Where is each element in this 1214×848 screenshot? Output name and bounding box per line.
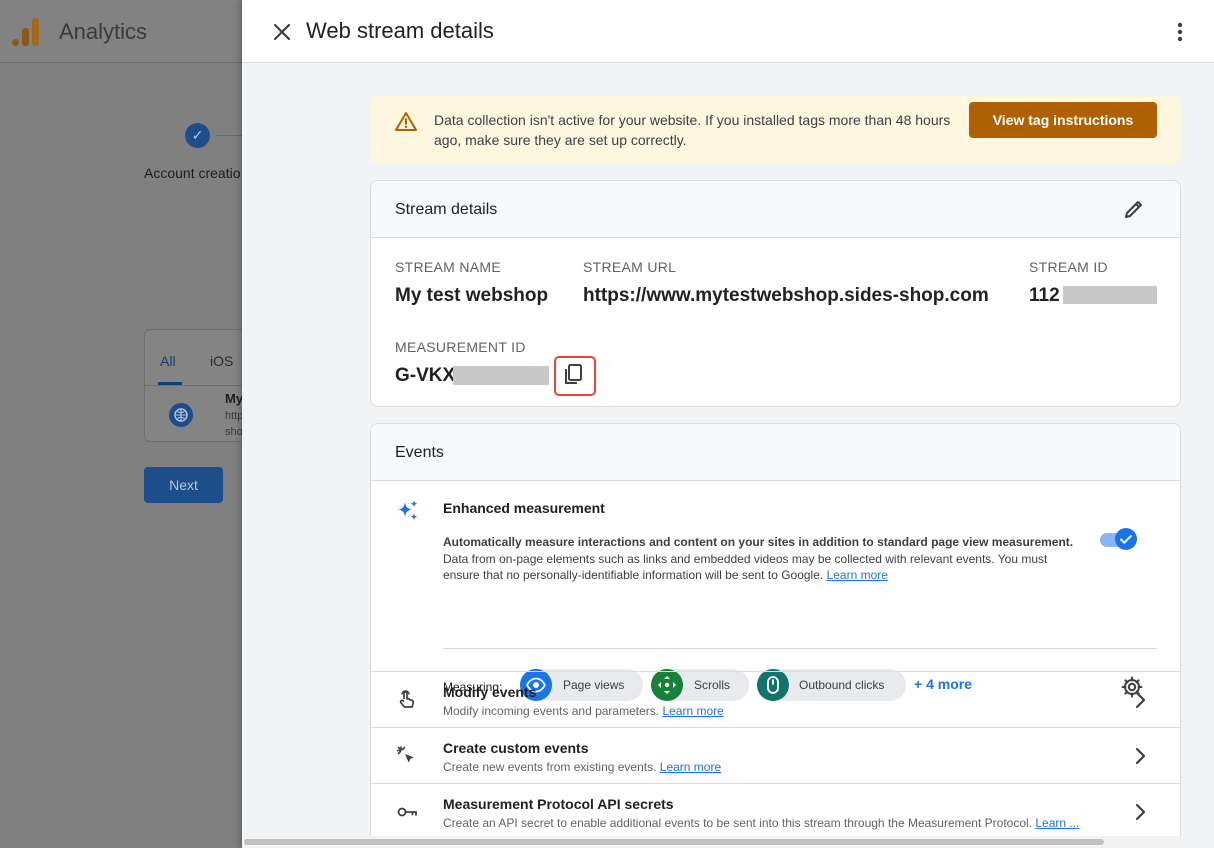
background-row-url-cont: sho bbox=[225, 426, 243, 438]
globe-icon bbox=[169, 403, 193, 427]
measurement-protocol-learn-more[interactable]: Learn ... bbox=[1035, 816, 1079, 830]
scrollbar-thumb[interactable] bbox=[244, 839, 1104, 845]
stream-name-label: STREAM NAME bbox=[395, 259, 501, 275]
stream-url-label: STREAM URL bbox=[583, 259, 677, 275]
tab-ios[interactable]: iOS bbox=[210, 353, 233, 369]
step-label: Account creatio bbox=[144, 165, 241, 181]
events-header: Events bbox=[371, 424, 1180, 481]
chevron-right-icon bbox=[1128, 744, 1152, 768]
chevron-right-icon bbox=[1128, 800, 1152, 824]
enhanced-measurement-summary: Automatically measure interactions and c… bbox=[443, 535, 1074, 549]
web-stream-details-panel: Web stream details Data collection isn't… bbox=[242, 0, 1214, 848]
stream-url-value: https://www.mytestwebshop.sides-shop.com bbox=[583, 285, 989, 306]
horizontal-scrollbar[interactable] bbox=[242, 836, 1214, 848]
warning-icon bbox=[394, 110, 418, 134]
create-custom-events-title: Create custom events bbox=[443, 740, 589, 756]
stream-details-title: Stream details bbox=[395, 201, 498, 218]
enhanced-measurement-learn-more[interactable]: Learn more bbox=[827, 568, 888, 582]
events-title: Events bbox=[395, 444, 444, 461]
panel-header: Web stream details bbox=[242, 0, 1214, 63]
enhanced-measurement-toggle[interactable] bbox=[1100, 528, 1137, 550]
measurement-protocol-desc: Create an API secret to enable additiona… bbox=[443, 816, 1033, 830]
modify-events-subtitle: Modify incoming events and parameters. L… bbox=[443, 704, 724, 718]
create-custom-events-learn-more[interactable]: Learn more bbox=[660, 760, 721, 774]
sparkle-icon bbox=[395, 498, 421, 524]
stream-id-value: 112 bbox=[1029, 285, 1060, 306]
redacted-measurement-id bbox=[453, 366, 549, 385]
enhanced-measurement-title: Enhanced measurement bbox=[443, 500, 605, 516]
stream-details-card: Stream details STREAM NAME My test websh… bbox=[370, 180, 1181, 407]
redacted-stream-id bbox=[1063, 286, 1157, 304]
more-vert-icon[interactable] bbox=[1166, 18, 1194, 46]
stream-name-value: My test webshop bbox=[395, 285, 549, 306]
step-check-icon: ✓ bbox=[185, 123, 210, 148]
modify-events-learn-more[interactable]: Learn more bbox=[662, 704, 723, 718]
events-card: Events Enhanced measurement Automaticall… bbox=[370, 423, 1181, 848]
data-collection-alert: Data collection isn't active for your we… bbox=[370, 96, 1181, 163]
divider bbox=[443, 648, 1157, 649]
background-row-url: http bbox=[225, 410, 244, 422]
create-custom-events-row[interactable]: Create custom events Create new events f… bbox=[371, 727, 1180, 783]
create-custom-events-subtitle: Create new events from existing events. … bbox=[443, 760, 721, 774]
measurement-protocol-subtitle: Create an API secret to enable additiona… bbox=[443, 816, 1079, 830]
cursor-click-icon bbox=[395, 744, 419, 768]
view-tag-instructions-button[interactable]: View tag instructions bbox=[969, 102, 1157, 138]
measurement-protocol-row[interactable]: Measurement Protocol API secrets Create … bbox=[371, 783, 1180, 839]
check-icon bbox=[1115, 528, 1137, 550]
enhanced-measurement-section: Enhanced measurement Automatically measu… bbox=[371, 481, 1180, 701]
chevron-right-icon bbox=[1128, 688, 1152, 712]
create-custom-events-desc: Create new events from existing events. bbox=[443, 760, 657, 774]
analytics-logo-icon bbox=[12, 16, 40, 46]
measurement-id-value: G-VKX bbox=[395, 365, 456, 386]
modify-events-desc: Modify incoming events and parameters. bbox=[443, 704, 660, 718]
background-row-title: My bbox=[225, 391, 244, 406]
next-button[interactable]: Next bbox=[144, 467, 223, 503]
stream-details-header: Stream details bbox=[371, 181, 1180, 238]
key-icon bbox=[395, 800, 419, 824]
app-title: Analytics bbox=[59, 19, 148, 44]
measurement-id-label: MEASUREMENT ID bbox=[395, 339, 526, 355]
edit-pencil-icon[interactable] bbox=[1122, 197, 1146, 221]
tab-all[interactable]: All bbox=[160, 353, 176, 369]
close-icon[interactable] bbox=[268, 18, 296, 46]
stream-id-label: STREAM ID bbox=[1029, 259, 1108, 275]
measurement-protocol-title: Measurement Protocol API secrets bbox=[443, 796, 674, 812]
modify-events-title: Modify events bbox=[443, 684, 537, 700]
page-title: Web stream details bbox=[306, 18, 494, 43]
modify-events-row[interactable]: Modify events Modify incoming events and… bbox=[371, 671, 1180, 727]
divider bbox=[145, 385, 245, 386]
alert-message: Data collection isn't active for your we… bbox=[434, 112, 951, 148]
touch-icon bbox=[395, 688, 419, 712]
copy-icon[interactable] bbox=[554, 356, 596, 396]
enhanced-measurement-desc-text: Data from on-page elements such as links… bbox=[443, 552, 1048, 582]
enhanced-measurement-description: Data from on-page elements such as links… bbox=[443, 551, 1083, 583]
